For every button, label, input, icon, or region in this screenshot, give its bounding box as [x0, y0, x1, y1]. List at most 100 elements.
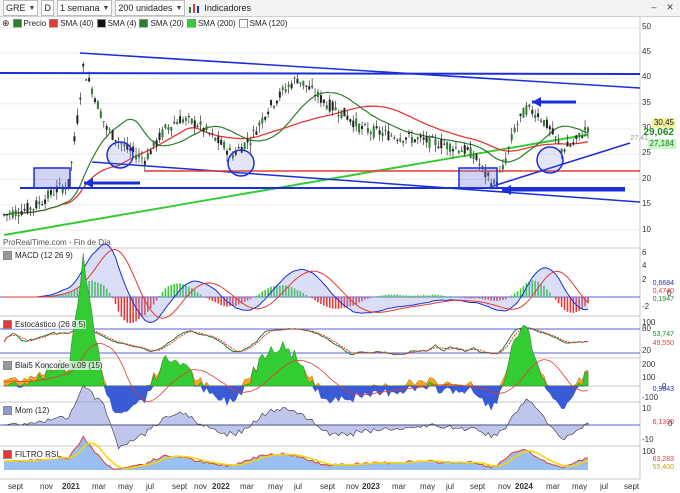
macd-histogram-bar — [123, 297, 126, 321]
rsi-label[interactable]: FILTRO RSI — [3, 450, 59, 459]
candle-body — [38, 201, 41, 205]
macd-histogram-bar — [516, 291, 519, 297]
time-axis-label: nov — [346, 482, 359, 491]
time-axis-label: sept — [470, 482, 486, 491]
macd-histogram-bar — [399, 295, 401, 297]
macd-histogram-bar — [320, 297, 322, 304]
macd-title: MACD (12 26 9) — [15, 251, 73, 260]
macd-histogram-bar — [387, 294, 390, 297]
candle-body — [372, 126, 375, 138]
macd-histogram-bar — [557, 297, 560, 304]
candle-body — [217, 136, 220, 144]
time-axis-label: nov — [498, 482, 511, 491]
candle-body — [29, 207, 32, 211]
time-axis-label: jul — [600, 482, 609, 491]
price-tick: 50 — [642, 22, 651, 31]
candle-body — [504, 158, 507, 164]
mom-area — [3, 385, 589, 450]
candle-body — [472, 155, 475, 159]
macd-histogram-bar — [111, 297, 114, 299]
candle-body — [35, 200, 38, 209]
mom-tick: 10 — [642, 404, 651, 413]
macd-histogram-bar — [402, 295, 404, 297]
macd-histogram-bar — [120, 297, 123, 317]
time-axis-label: may — [572, 482, 588, 491]
time-axis-label: 2023 — [362, 482, 380, 491]
candle-body — [23, 208, 26, 211]
candle-body — [261, 117, 264, 124]
koncorde-label[interactable]: Blai5 Koncorde v.09 (15) — [3, 361, 103, 370]
macd-histogram-bar — [425, 295, 428, 297]
candle-body — [481, 165, 484, 168]
candle-body — [170, 127, 173, 131]
candle-body — [322, 99, 325, 104]
pane-swatch — [3, 450, 12, 459]
time-axis-label: may — [118, 482, 134, 491]
rsi-value: 55,400 — [652, 464, 674, 471]
candle-body — [11, 210, 14, 218]
macd-histogram-bar — [220, 297, 222, 306]
time-axis-label: jul — [294, 482, 303, 491]
macd-histogram-bar — [384, 294, 387, 297]
candle-body — [314, 95, 317, 97]
candle-body — [410, 136, 413, 143]
mom-label[interactable]: Mom (12) — [3, 406, 50, 415]
candle-body — [202, 127, 205, 132]
price-tick: 35 — [642, 98, 651, 107]
candle-body — [255, 131, 258, 135]
candle-body — [407, 132, 410, 134]
candle-body — [299, 82, 302, 84]
candle-body — [557, 141, 560, 143]
candle-body — [226, 150, 229, 155]
candle-body — [308, 86, 311, 90]
price-tick: 25 — [642, 148, 651, 157]
macd-histogram-bar — [554, 297, 557, 300]
candle-body — [190, 118, 193, 124]
candle-body — [457, 150, 460, 153]
candle-body — [293, 77, 296, 79]
candle-body — [369, 132, 372, 134]
candle-body — [428, 135, 431, 148]
candle-body — [93, 98, 96, 102]
candle-body — [105, 126, 108, 130]
mom-tick: -10 — [642, 435, 654, 444]
macd-histogram-bar — [519, 288, 522, 297]
candle-body — [331, 101, 334, 111]
macd-histogram-bar — [378, 295, 381, 297]
price-tick: 15 — [642, 199, 651, 208]
candle-body — [252, 129, 255, 132]
stoch-label[interactable]: Estocástico (26 8 5) — [3, 320, 86, 329]
candle-body — [384, 129, 387, 132]
macd-label[interactable]: MACD (12 26 9) — [3, 251, 73, 260]
time-axis-label: 2024 — [515, 482, 533, 491]
candle-body — [519, 113, 522, 117]
price-pane — [0, 27, 641, 236]
macd-histogram-bar — [414, 295, 416, 297]
candle-body — [79, 97, 82, 100]
candle-body — [513, 127, 516, 132]
macd-histogram-bar — [311, 297, 313, 299]
time-axis-label: sept — [624, 482, 640, 491]
candle-body — [349, 119, 352, 122]
candle-body — [155, 140, 158, 146]
candle-body — [137, 154, 140, 158]
candle-body — [228, 147, 231, 151]
candle-body — [446, 142, 449, 150]
price-tick: 45 — [642, 47, 651, 56]
macd-histogram-bar — [117, 297, 120, 312]
candle-body — [82, 63, 85, 67]
candle-body — [334, 107, 337, 111]
candle-body — [111, 130, 114, 140]
candle-body — [281, 87, 284, 90]
candle-body — [437, 146, 440, 149]
candle-body — [146, 153, 149, 160]
arrow-head — [532, 97, 541, 107]
candle-body — [176, 122, 179, 125]
candle-body — [325, 105, 328, 109]
candle-body — [554, 136, 557, 138]
price-tick: 40 — [642, 72, 651, 81]
macd-histogram-bar — [440, 295, 443, 297]
time-axis-label: sept — [320, 482, 336, 491]
time-axis-label: nov — [40, 482, 53, 491]
macd-histogram-bar — [158, 295, 161, 297]
